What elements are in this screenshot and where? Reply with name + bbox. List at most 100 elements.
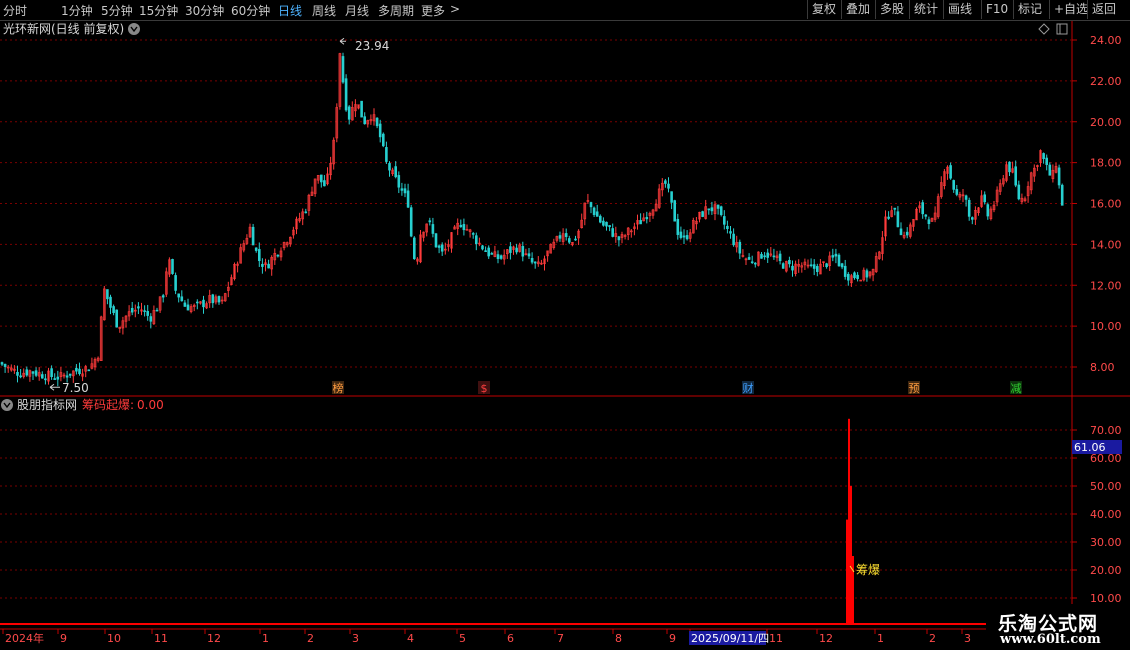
time-label: 1 bbox=[877, 632, 884, 645]
price-tick-label: 8.00 bbox=[1090, 361, 1115, 374]
candle-body bbox=[40, 374, 44, 379]
candle-body bbox=[595, 211, 599, 217]
event-marker[interactable]: $ bbox=[481, 382, 488, 395]
candle-body bbox=[1017, 184, 1021, 200]
time-label: 12 bbox=[207, 632, 221, 645]
candle-body bbox=[521, 246, 525, 257]
time-label: 4 bbox=[407, 632, 414, 645]
low-price-label: 7.50 bbox=[62, 381, 89, 395]
candle-body bbox=[921, 202, 925, 215]
candle-body bbox=[56, 376, 60, 380]
candle-body bbox=[509, 246, 512, 253]
candle-body bbox=[760, 253, 763, 259]
candle-body bbox=[378, 123, 382, 138]
candle-body bbox=[738, 241, 742, 254]
indicator-dropdown-icon[interactable] bbox=[1, 399, 13, 411]
candle-body bbox=[115, 309, 118, 328]
candle-body bbox=[434, 233, 438, 248]
main-title[interactable]: 光环新网(日线 前复权) bbox=[3, 21, 124, 36]
candle-body bbox=[112, 306, 115, 313]
price-tick-label: 20.00 bbox=[1090, 116, 1122, 129]
time-label: 11 bbox=[154, 632, 168, 645]
candle-body bbox=[177, 293, 180, 298]
site-watermark: 乐淘公式网 www.60lt.com bbox=[986, 604, 1130, 650]
candle-body bbox=[428, 220, 432, 223]
candle-body bbox=[716, 204, 720, 209]
candle-body bbox=[174, 275, 177, 291]
candle-body bbox=[986, 204, 990, 217]
candle-body bbox=[211, 294, 215, 304]
candle-body bbox=[87, 369, 91, 372]
candle-body bbox=[617, 236, 621, 241]
signal-label: 筹爆 bbox=[856, 563, 880, 577]
candle-body bbox=[484, 250, 487, 252]
candle-body bbox=[385, 147, 388, 162]
candle-body bbox=[639, 220, 642, 225]
candle-body bbox=[701, 211, 704, 217]
candle-body bbox=[375, 117, 379, 127]
candle-body bbox=[843, 265, 847, 277]
price-tick-label: 22.00 bbox=[1090, 75, 1122, 88]
event-marker[interactable]: 预 bbox=[909, 382, 920, 395]
time-label: 12 bbox=[819, 632, 833, 645]
candle-body bbox=[967, 199, 971, 217]
candle-body bbox=[527, 253, 531, 257]
candle-body bbox=[778, 253, 782, 262]
candle-body bbox=[896, 211, 900, 228]
candle-body bbox=[171, 259, 174, 274]
candle-body bbox=[65, 375, 69, 378]
candle-body bbox=[31, 371, 35, 374]
candle-body bbox=[202, 299, 205, 308]
event-marker[interactable]: 财 bbox=[743, 381, 754, 395]
event-marker[interactable]: 减 bbox=[1011, 382, 1022, 395]
candle-body bbox=[726, 225, 729, 229]
candle-body bbox=[605, 221, 608, 227]
candle-body bbox=[257, 249, 261, 261]
candle-body bbox=[1057, 167, 1061, 186]
candle-body bbox=[1048, 164, 1052, 176]
candle-body bbox=[766, 252, 770, 258]
candle-body bbox=[763, 255, 766, 258]
candle-body bbox=[952, 180, 956, 190]
indicator-name[interactable]: 股朋指标网 bbox=[17, 397, 77, 412]
candle-body bbox=[602, 220, 605, 226]
candle-body bbox=[412, 237, 416, 260]
candle-body bbox=[388, 163, 391, 171]
candle-body bbox=[664, 180, 667, 184]
candle-body bbox=[155, 309, 159, 312]
candle-body bbox=[319, 174, 323, 183]
candle-body bbox=[815, 266, 819, 272]
candle-body bbox=[440, 244, 444, 252]
time-label: 9 bbox=[669, 632, 676, 645]
time-label: 2024年 bbox=[5, 631, 44, 645]
event-marker[interactable]: 榜 bbox=[333, 381, 344, 395]
candle-body bbox=[186, 304, 190, 311]
candle-body bbox=[146, 310, 149, 316]
candle-body bbox=[363, 116, 367, 125]
signal-bar bbox=[846, 519, 848, 624]
candle-body bbox=[490, 253, 494, 255]
price-tick-label: 10.00 bbox=[1090, 320, 1122, 333]
indicator-line-value: 0.00 bbox=[137, 398, 164, 412]
time-label: 2 bbox=[307, 632, 314, 645]
candle-body bbox=[474, 235, 478, 245]
title-dropdown-icon[interactable] bbox=[128, 23, 140, 35]
price-tick-label: 24.00 bbox=[1090, 34, 1122, 47]
time-label: 3 bbox=[964, 632, 971, 645]
candle-body bbox=[729, 231, 732, 234]
candle-body bbox=[564, 233, 568, 237]
candle-body bbox=[840, 263, 844, 268]
candle-body bbox=[809, 264, 813, 267]
candle-body bbox=[893, 207, 897, 210]
price-tick-label: 18.00 bbox=[1090, 157, 1122, 170]
candle-body bbox=[16, 372, 19, 376]
indicator-tick-label: 30.00 bbox=[1090, 536, 1122, 549]
candle-body bbox=[1042, 153, 1045, 160]
candle-body bbox=[34, 370, 38, 376]
candle-body bbox=[481, 245, 484, 250]
candle-body bbox=[261, 263, 264, 267]
candle-body bbox=[846, 273, 850, 281]
candle-body bbox=[710, 207, 714, 212]
candle-body bbox=[750, 261, 754, 264]
candle-body bbox=[183, 302, 187, 307]
